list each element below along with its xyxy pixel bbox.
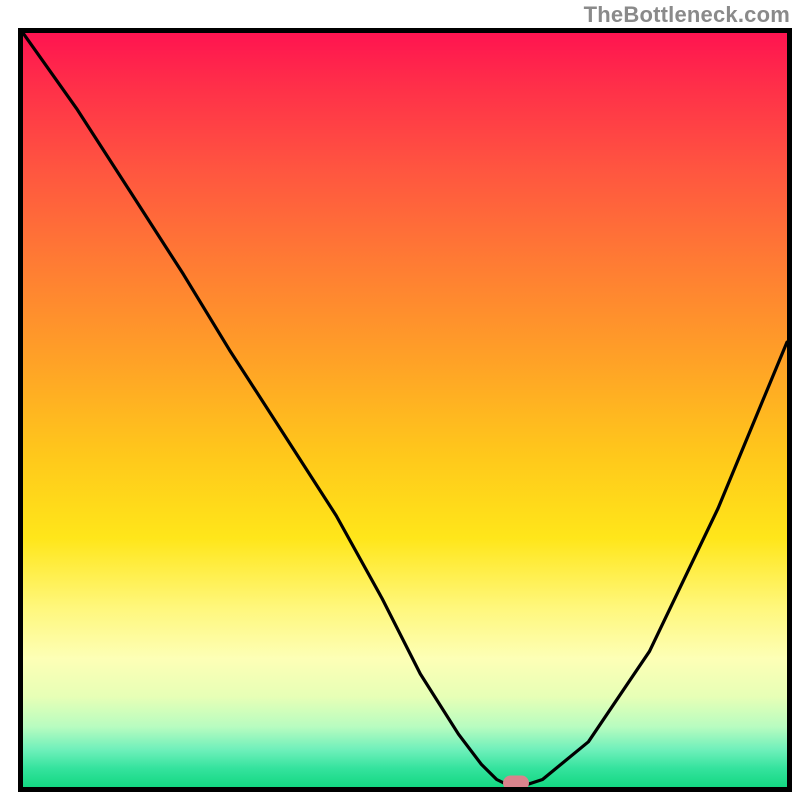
- watermark-label: TheBottleneck.com: [584, 2, 790, 28]
- chart-frame: TheBottleneck.com: [0, 0, 800, 800]
- optimal-marker: [503, 776, 529, 787]
- plot-area: [23, 33, 787, 787]
- bottleneck-curve: [23, 33, 787, 787]
